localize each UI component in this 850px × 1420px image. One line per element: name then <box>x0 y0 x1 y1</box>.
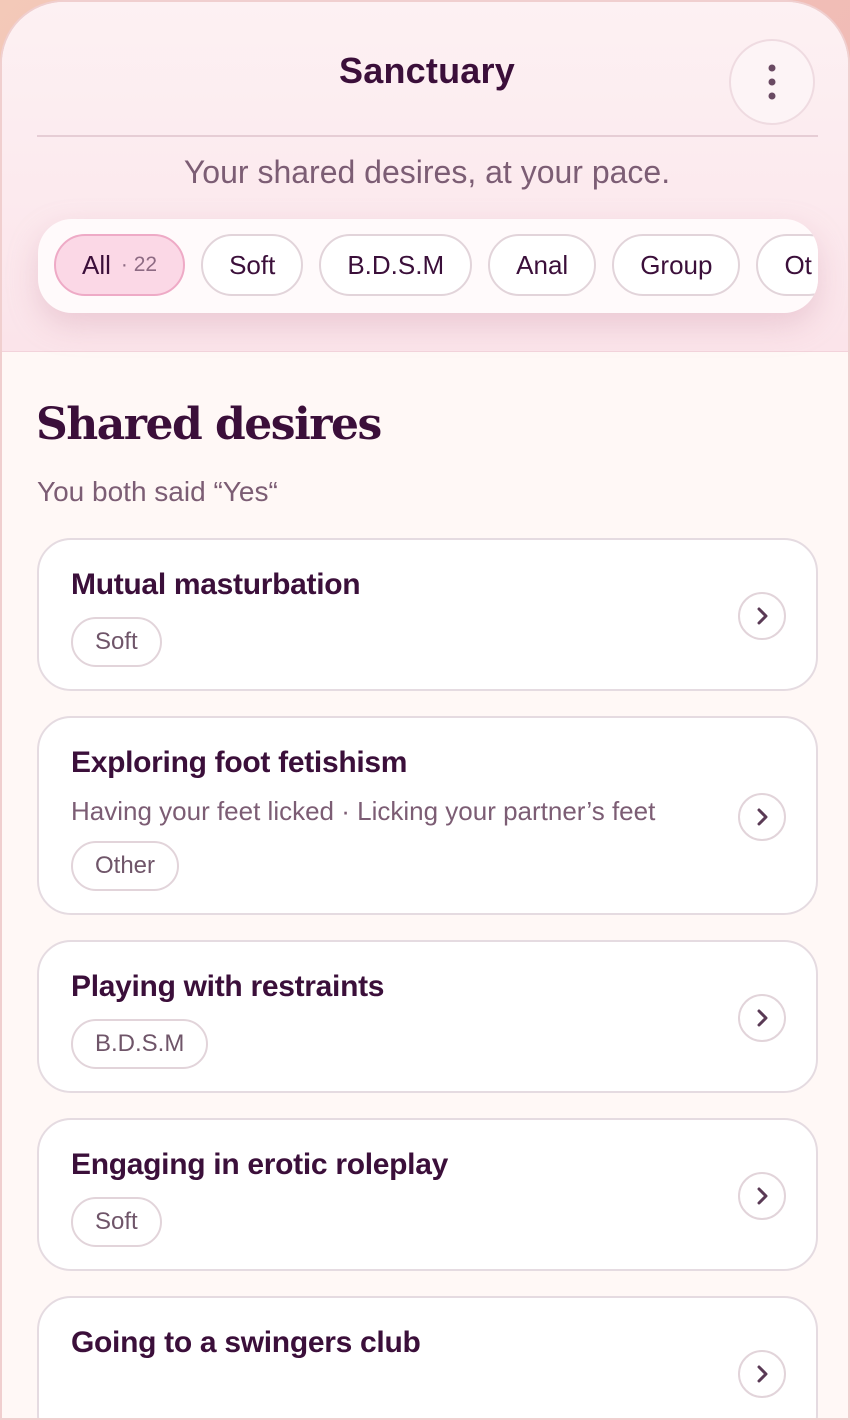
filter-chip-label: All <box>82 249 111 280</box>
desire-title: Going to a swingers club <box>71 1326 421 1359</box>
category-tag: Soft <box>71 617 162 667</box>
open-detail-button[interactable] <box>738 793 786 841</box>
desire-card[interactable]: Going to a swingers club <box>37 1296 818 1418</box>
more-vertical-icon <box>768 64 776 100</box>
filter-chip-label: B.D.S.M <box>347 249 445 280</box>
filter-chip-label: Ot <box>784 249 812 280</box>
desire-card[interactable]: Mutual masturbation Soft <box>37 538 818 691</box>
section-title: Shared desires <box>36 399 382 450</box>
desire-card[interactable]: Engaging in erotic roleplay Soft <box>37 1118 818 1271</box>
desire-title: Exploring foot fetishism <box>71 746 408 779</box>
category-tag: Soft <box>71 1197 162 1247</box>
app-screen: Sanctuary Your shared desires, at your p… <box>0 0 850 1420</box>
open-detail-button[interactable] <box>738 592 786 640</box>
open-detail-button[interactable] <box>738 994 786 1042</box>
section-subtitle: You both said “Yes“ <box>37 476 278 507</box>
desire-description: Having your feet licked · Licking your p… <box>71 796 656 826</box>
filter-chip-all[interactable]: All · 22 <box>54 234 186 296</box>
filter-chip-group[interactable]: Group <box>612 234 741 296</box>
filter-bar: All · 22 Soft B.D.S.M Anal Group Ot <box>38 219 818 313</box>
chevron-right-icon <box>757 607 768 625</box>
category-tag: Other <box>71 841 180 891</box>
chevron-right-icon <box>757 1009 768 1027</box>
filter-chip-soft[interactable]: Soft <box>201 234 304 296</box>
desire-card[interactable]: Exploring foot fetishism Having your fee… <box>37 716 818 915</box>
header: Sanctuary Your shared desires, at your p… <box>2 2 848 352</box>
chevron-right-icon <box>757 1365 768 1383</box>
chevron-right-icon <box>757 808 768 826</box>
desire-title: Mutual masturbation <box>71 568 361 601</box>
filter-chip-anal[interactable]: Anal <box>488 234 597 296</box>
filter-chip-row: All · 22 Soft B.D.S.M Anal Group Ot <box>54 234 818 296</box>
desire-card[interactable]: Playing with restraints B.D.S.M <box>37 940 818 1093</box>
desire-title: Playing with restraints <box>71 970 385 1003</box>
filter-chip-bdsm[interactable]: B.D.S.M <box>319 234 473 296</box>
chevron-right-icon <box>757 1187 768 1205</box>
open-detail-button[interactable] <box>738 1172 786 1220</box>
filter-chip-label: Group <box>640 249 713 280</box>
app-title: Sanctuary <box>339 50 515 91</box>
more-options-button[interactable] <box>729 39 815 125</box>
tagline: Your shared desires, at your pace. <box>183 154 671 190</box>
open-detail-button[interactable] <box>738 1350 786 1398</box>
category-tag: B.D.S.M <box>71 1019 209 1069</box>
filter-chip-label: Anal <box>516 249 569 280</box>
desire-title: Engaging in erotic roleplay <box>71 1148 448 1181</box>
filter-chip-label: Soft <box>229 249 276 280</box>
filter-chip-other[interactable]: Ot <box>756 234 818 296</box>
header-divider <box>37 135 818 137</box>
filter-chip-count: · 22 <box>120 253 158 276</box>
